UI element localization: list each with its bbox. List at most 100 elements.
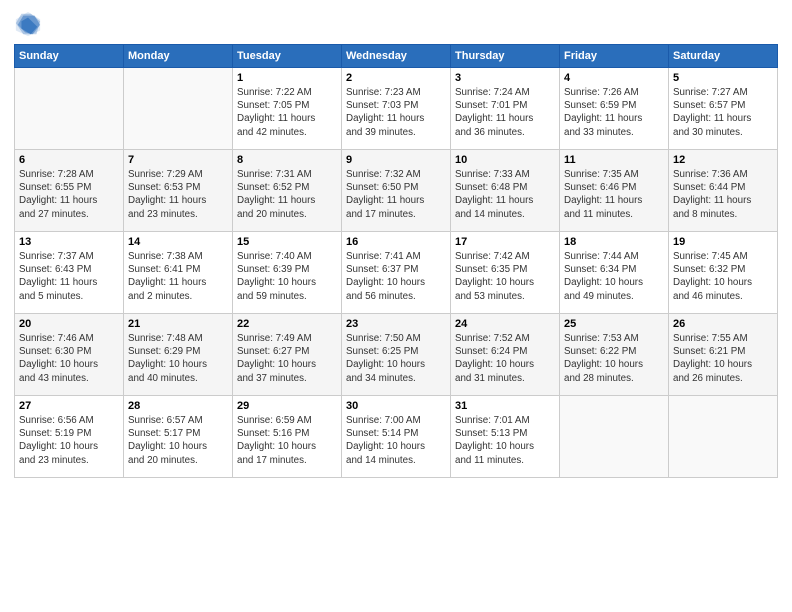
col-header-friday: Friday (560, 45, 669, 68)
day-cell: 21 Sunrise: 7:48 AM Sunset: 6:29 PM Dayli… (124, 314, 233, 396)
day-cell: 2 Sunrise: 7:23 AM Sunset: 7:03 PM Daylig… (342, 68, 451, 150)
day-number: 3 (455, 72, 555, 84)
day-number: 15 (237, 236, 337, 248)
day-info: Sunrise: 7:29 AM Sunset: 6:53 PM Dayligh… (128, 168, 228, 221)
day-number: 25 (564, 318, 664, 330)
day-info: Sunrise: 7:00 AM Sunset: 5:14 PM Dayligh… (346, 414, 446, 467)
day-number: 12 (673, 154, 773, 166)
day-cell: 27 Sunrise: 6:56 AM Sunset: 5:19 PM Dayli… (15, 396, 124, 478)
day-cell: 11 Sunrise: 7:35 AM Sunset: 6:46 PM Dayli… (560, 150, 669, 232)
col-header-sunday: Sunday (15, 45, 124, 68)
day-number: 8 (237, 154, 337, 166)
calendar-table: SundayMondayTuesdayWednesdayThursdayFrid… (14, 44, 778, 478)
day-info: Sunrise: 7:37 AM Sunset: 6:43 PM Dayligh… (19, 250, 119, 303)
day-cell: 17Sunrise: 7:42 AM Sunset: 6:35 PM Dayli… (451, 232, 560, 314)
week-row-3: 13 Sunrise: 7:37 AM Sunset: 6:43 PM Dayli… (15, 232, 778, 314)
day-number: 9 (346, 154, 446, 166)
day-cell: 5 Sunrise: 7:27 AM Sunset: 6:57 PM Daylig… (669, 68, 778, 150)
day-cell: 24 Sunrise: 7:52 AM Sunset: 6:24 PM Dayli… (451, 314, 560, 396)
day-cell: 30 Sunrise: 7:00 AM Sunset: 5:14 PM Dayli… (342, 396, 451, 478)
col-header-thursday: Thursday (451, 45, 560, 68)
day-number: 26 (673, 318, 773, 330)
day-number: 4 (564, 72, 664, 84)
day-cell: 8 Sunrise: 7:31 AM Sunset: 6:52 PM Daylig… (233, 150, 342, 232)
day-cell: 22 Sunrise: 7:49 AM Sunset: 6:27 PM Dayli… (233, 314, 342, 396)
day-info: Sunrise: 7:35 AM Sunset: 6:46 PM Dayligh… (564, 168, 664, 221)
day-info: Sunrise: 7:27 AM Sunset: 6:57 PM Dayligh… (673, 86, 773, 139)
day-info: Sunrise: 7:40 AM Sunset: 6:39 PM Dayligh… (237, 250, 337, 303)
day-info: Sunrise: 7:31 AM Sunset: 6:52 PM Dayligh… (237, 168, 337, 221)
day-info: Sunrise: 7:36 AM Sunset: 6:44 PM Dayligh… (673, 168, 773, 221)
day-cell: 3 Sunrise: 7:24 AM Sunset: 7:01 PM Daylig… (451, 68, 560, 150)
day-info: Sunrise: 7:45 AM Sunset: 6:32 PM Dayligh… (673, 250, 773, 303)
day-number: 11 (564, 154, 664, 166)
day-number: 18 (564, 236, 664, 248)
day-cell (560, 396, 669, 478)
day-cell: 4 Sunrise: 7:26 AM Sunset: 6:59 PM Daylig… (560, 68, 669, 150)
day-info: Sunrise: 7:32 AM Sunset: 6:50 PM Dayligh… (346, 168, 446, 221)
day-cell: 25 Sunrise: 7:53 AM Sunset: 6:22 PM Dayli… (560, 314, 669, 396)
day-info: Sunrise: 7:53 AM Sunset: 6:22 PM Dayligh… (564, 332, 664, 385)
day-cell (669, 396, 778, 478)
day-number: 17 (455, 236, 555, 248)
day-info: Sunrise: 7:22 AM Sunset: 7:05 PM Dayligh… (237, 86, 337, 139)
week-row-1: 1 Sunrise: 7:22 AM Sunset: 7:05 PM Daylig… (15, 68, 778, 150)
day-info: Sunrise: 7:49 AM Sunset: 6:27 PM Dayligh… (237, 332, 337, 385)
day-cell: 13 Sunrise: 7:37 AM Sunset: 6:43 PM Dayli… (15, 232, 124, 314)
day-cell: 18Sunrise: 7:44 AM Sunset: 6:34 PM Dayli… (560, 232, 669, 314)
day-number: 19 (673, 236, 773, 248)
day-info: Sunrise: 6:57 AM Sunset: 5:17 PM Dayligh… (128, 414, 228, 467)
day-number: 13 (19, 236, 119, 248)
day-number: 1 (237, 72, 337, 84)
day-cell: 15 Sunrise: 7:40 AM Sunset: 6:39 PM Dayli… (233, 232, 342, 314)
day-number: 27 (19, 400, 119, 412)
week-row-4: 20Sunrise: 7:46 AM Sunset: 6:30 PM Dayli… (15, 314, 778, 396)
day-info: Sunrise: 6:59 AM Sunset: 5:16 PM Dayligh… (237, 414, 337, 467)
day-cell (15, 68, 124, 150)
day-number: 24 (455, 318, 555, 330)
header-row: SundayMondayTuesdayWednesdayThursdayFrid… (15, 45, 778, 68)
col-header-monday: Monday (124, 45, 233, 68)
day-number: 16 (346, 236, 446, 248)
day-info: Sunrise: 7:33 AM Sunset: 6:48 PM Dayligh… (455, 168, 555, 221)
day-number: 14 (128, 236, 228, 248)
day-number: 30 (346, 400, 446, 412)
day-number: 7 (128, 154, 228, 166)
day-info: Sunrise: 7:48 AM Sunset: 6:29 PM Dayligh… (128, 332, 228, 385)
day-info: Sunrise: 7:26 AM Sunset: 6:59 PM Dayligh… (564, 86, 664, 139)
day-number: 20 (19, 318, 119, 330)
day-cell: 9 Sunrise: 7:32 AM Sunset: 6:50 PM Daylig… (342, 150, 451, 232)
day-cell: 6Sunrise: 7:28 AM Sunset: 6:55 PM Daylig… (15, 150, 124, 232)
day-info: Sunrise: 6:56 AM Sunset: 5:19 PM Dayligh… (19, 414, 119, 467)
day-info: Sunrise: 7:23 AM Sunset: 7:03 PM Dayligh… (346, 86, 446, 139)
day-cell: 12 Sunrise: 7:36 AM Sunset: 6:44 PM Dayli… (669, 150, 778, 232)
day-number: 10 (455, 154, 555, 166)
day-cell: 1 Sunrise: 7:22 AM Sunset: 7:05 PM Daylig… (233, 68, 342, 150)
day-cell: 26Sunrise: 7:55 AM Sunset: 6:21 PM Dayli… (669, 314, 778, 396)
col-header-wednesday: Wednesday (342, 45, 451, 68)
day-cell: 31Sunrise: 7:01 AM Sunset: 5:13 PM Dayli… (451, 396, 560, 478)
logo (14, 10, 46, 38)
day-info: Sunrise: 7:41 AM Sunset: 6:37 PM Dayligh… (346, 250, 446, 303)
main-container: SundayMondayTuesdayWednesdayThursdayFrid… (0, 0, 792, 488)
day-cell: 10 Sunrise: 7:33 AM Sunset: 6:48 PM Dayli… (451, 150, 560, 232)
day-number: 21 (128, 318, 228, 330)
day-number: 23 (346, 318, 446, 330)
day-cell: 29 Sunrise: 6:59 AM Sunset: 5:16 PM Dayli… (233, 396, 342, 478)
day-number: 22 (237, 318, 337, 330)
week-row-5: 27 Sunrise: 6:56 AM Sunset: 5:19 PM Dayli… (15, 396, 778, 478)
day-info: Sunrise: 7:52 AM Sunset: 6:24 PM Dayligh… (455, 332, 555, 385)
day-info: Sunrise: 7:38 AM Sunset: 6:41 PM Dayligh… (128, 250, 228, 303)
header (14, 10, 778, 38)
week-row-2: 6Sunrise: 7:28 AM Sunset: 6:55 PM Daylig… (15, 150, 778, 232)
day-cell: 14 Sunrise: 7:38 AM Sunset: 6:41 PM Dayli… (124, 232, 233, 314)
day-info: Sunrise: 7:01 AM Sunset: 5:13 PM Dayligh… (455, 414, 555, 467)
day-number: 28 (128, 400, 228, 412)
day-cell: 23Sunrise: 7:50 AM Sunset: 6:25 PM Dayli… (342, 314, 451, 396)
day-info: Sunrise: 7:24 AM Sunset: 7:01 PM Dayligh… (455, 86, 555, 139)
day-number: 29 (237, 400, 337, 412)
day-cell: 16 Sunrise: 7:41 AM Sunset: 6:37 PM Dayli… (342, 232, 451, 314)
day-number: 2 (346, 72, 446, 84)
day-number: 5 (673, 72, 773, 84)
day-cell (124, 68, 233, 150)
